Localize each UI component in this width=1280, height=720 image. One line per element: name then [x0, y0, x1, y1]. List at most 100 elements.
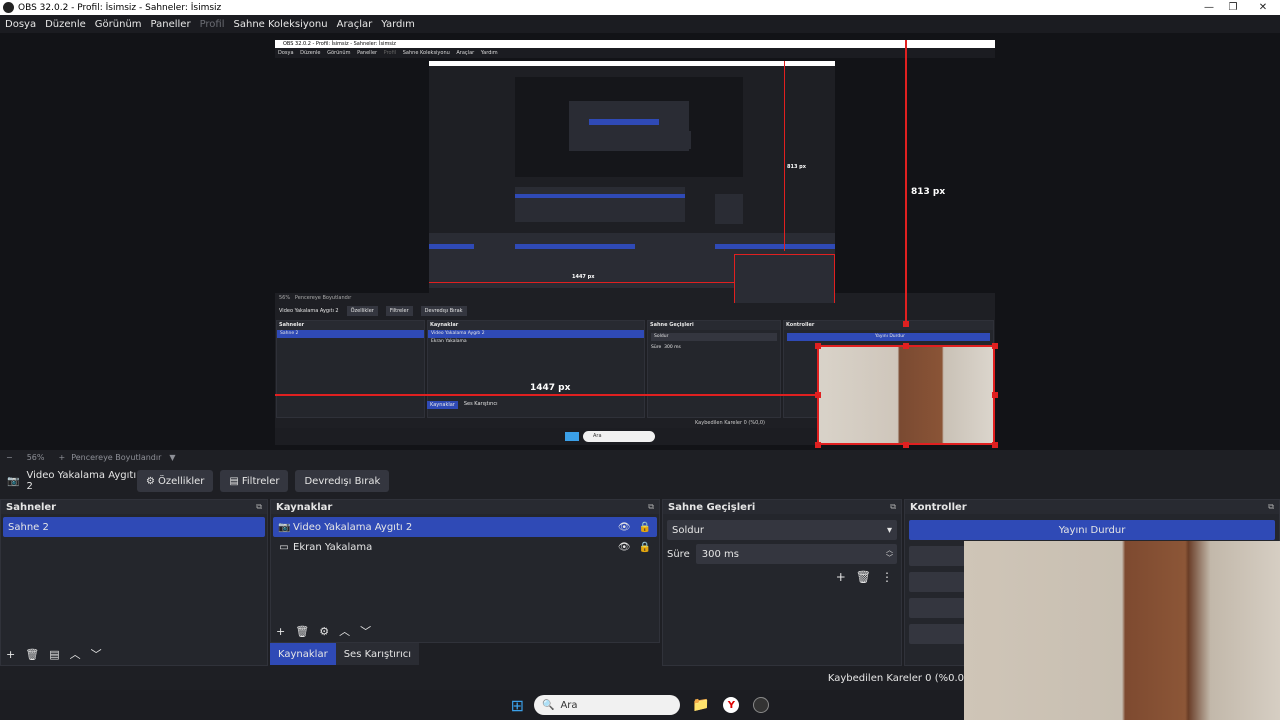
sources-footer: + 🗑 ⚙ ︿ ﹀ — [271, 620, 659, 642]
file-explorer-icon[interactable]: 📁 — [692, 697, 709, 713]
camera-icon: 📷 — [7, 475, 20, 487]
trash-icon[interactable]: 🗑 — [856, 570, 871, 584]
duration-spinbox: Süre 300 ms ︿ ﹀ — [667, 544, 897, 564]
nested-zoom-value: 56% — [279, 295, 291, 301]
nested-inner-capture: 1447 px 813 px — [429, 61, 835, 311]
camera-icon: 📷 — [278, 521, 291, 533]
resize-handle[interactable] — [992, 442, 998, 448]
spin-arrows-icon[interactable]: ︿ ﹀ — [886, 546, 893, 562]
nested-scenes-header: Sahneler — [277, 321, 424, 330]
nested-scene-item: Sahne 2 — [277, 330, 424, 338]
deactivate-button[interactable]: Devredışı Bırak — [295, 470, 390, 492]
nested-source-name: Video Yakalama Aygıtı 2 — [279, 308, 339, 314]
lock-icon[interactable]: 🔒 — [639, 522, 651, 533]
control-button[interactable] — [909, 598, 965, 618]
lock-icon[interactable]: 🔒 — [639, 542, 651, 553]
resize-handle[interactable] — [903, 442, 909, 448]
menu-paneller[interactable]: Paneller — [151, 19, 191, 30]
add-icon[interactable]: + — [836, 570, 846, 584]
resize-handle[interactable] — [815, 392, 821, 398]
close-button[interactable]: ✕ — [1246, 0, 1280, 15]
visibility-eye-icon[interactable]: 👁 — [618, 542, 631, 553]
menu-araclar[interactable]: Araçlar — [337, 19, 373, 30]
undock-icon[interactable]: ⧉ — [256, 502, 262, 512]
menu-gorunum[interactable]: Görünüm — [95, 19, 142, 30]
add-icon[interactable]: + — [6, 648, 15, 661]
zoom-value: 56% — [26, 453, 45, 462]
trash-icon[interactable]: 🗑 — [295, 625, 309, 638]
scenes-header: Sahneler ⧉ — [1, 500, 267, 514]
move-up-icon[interactable]: ︿ — [339, 623, 350, 639]
fit-to-window-label[interactable]: Pencereye Boyutlandır — [71, 453, 161, 462]
nested-transitions-dock: Sahne Geçişleri Soldur Süre 300 ms — [647, 320, 781, 418]
filter-icon: ▤ — [229, 475, 239, 487]
undock-icon[interactable]: ⧉ — [1268, 502, 1274, 512]
deactivate-label: Devredışı Bırak — [304, 475, 381, 487]
gear-icon[interactable]: ⚙ — [319, 625, 329, 638]
resize-handle[interactable] — [815, 442, 821, 448]
scene-item[interactable]: Sahne 2 — [3, 517, 265, 537]
duration-label: Süre — [667, 548, 690, 560]
tab-audio-mixer[interactable]: Ses Karıştırıcı — [335, 643, 420, 665]
selected-source-name: Video Yakalama Aygıtı 2 — [26, 470, 137, 492]
duration-input[interactable]: 300 ms ︿ ﹀ — [695, 544, 897, 564]
nested-transitions-header: Sahne Geçişleri — [648, 321, 780, 330]
nested-menu-item: Görünüm — [327, 50, 351, 56]
source-toolbar: 📷 Video Yakalama Aygıtı 2 ⚙ Özellikler ▤… — [0, 465, 1280, 497]
resize-handle[interactable] — [815, 343, 821, 349]
nested-inner-measure-v: 813 px — [787, 164, 806, 170]
menu-duzenle[interactable]: Düzenle — [45, 19, 86, 30]
bottom-tabs: Kaynaklar Ses Karıştırıcı — [270, 643, 420, 665]
nested-menu-item: Araçlar — [456, 50, 475, 56]
menu-dosya[interactable]: Dosya — [5, 19, 36, 30]
sources-dock: Kaynaklar ⧉ 📷 Video Yakalama Aygıtı 2 👁 … — [270, 499, 660, 643]
duration-value: 300 ms — [701, 548, 739, 560]
control-button[interactable] — [909, 624, 965, 644]
filters-button[interactable]: ▤ Filtreler — [220, 470, 289, 492]
resize-handle[interactable] — [992, 343, 998, 349]
zoom-dropdown-icon[interactable]: ▼ — [169, 453, 175, 462]
search-label: Ara — [560, 699, 578, 711]
search-icon: 🔍 — [541, 699, 555, 711]
menu-sahne-koleksiyonu[interactable]: Sahne Koleksiyonu — [234, 19, 328, 30]
undock-icon[interactable]: ⧉ — [648, 502, 654, 512]
source-item[interactable]: 📷 Video Yakalama Aygıtı 2 👁 🔒 — [273, 517, 657, 537]
tab-sources[interactable]: Kaynaklar — [270, 643, 336, 665]
taskbar-search[interactable]: 🔍 Ara — [533, 695, 680, 715]
zoom-out-button[interactable]: − — [6, 453, 13, 462]
nested-menu-item: Paneller — [357, 50, 378, 56]
nested-title-bar: OBS 32.0.2 - Profil: İsimsiz - Sahneler:… — [275, 40, 995, 48]
more-vertical-icon[interactable]: ⋮ — [881, 570, 893, 584]
windows-start-icon[interactable]: ⊞ — [511, 696, 524, 715]
measure-line-horizontal — [275, 394, 818, 396]
nested-filters: Filtreler — [385, 306, 413, 316]
nested-preview: 1447 px 813 px — [275, 58, 995, 311]
stop-stream-button[interactable]: Yayını Durdur — [909, 520, 1275, 540]
maximize-button[interactable]: ❐ — [1216, 0, 1250, 15]
resize-handle[interactable] — [903, 321, 909, 327]
move-down-icon[interactable]: ﹀ — [360, 623, 371, 639]
undock-icon[interactable]: ⧉ — [890, 502, 896, 512]
filter-icon[interactable]: ▤ — [49, 648, 59, 661]
trash-icon[interactable]: 🗑 — [25, 648, 39, 661]
control-button[interactable] — [909, 546, 965, 566]
zoom-bar: − 56% + Pencereye Boyutlandır ▼ — [0, 450, 1280, 465]
move-up-icon[interactable]: ︿ — [70, 646, 81, 662]
add-icon[interactable]: + — [276, 625, 285, 638]
measure-line-vertical — [905, 40, 907, 325]
zoom-in-button[interactable]: + — [58, 453, 65, 462]
visibility-eye-icon[interactable]: 👁 — [618, 522, 631, 533]
resize-handle[interactable] — [903, 343, 909, 349]
webcam-selection-box[interactable] — [817, 345, 995, 445]
menu-yardim[interactable]: Yardım — [381, 19, 415, 30]
move-down-icon[interactable]: ﹀ — [91, 646, 102, 662]
resize-handle[interactable] — [992, 392, 998, 398]
properties-button[interactable]: ⚙ Özellikler — [137, 470, 214, 492]
obs-taskbar-icon[interactable] — [753, 697, 770, 713]
nested-stop: Yayını Durdur — [787, 333, 990, 341]
nested-props: Özellikler — [346, 306, 378, 316]
source-item[interactable]: ▭ Ekran Yakalama 👁 🔒 — [273, 537, 657, 557]
control-button[interactable] — [909, 572, 965, 592]
yandex-browser-icon[interactable]: Y — [723, 697, 740, 713]
transition-select[interactable]: Soldur ▾ — [667, 520, 897, 540]
